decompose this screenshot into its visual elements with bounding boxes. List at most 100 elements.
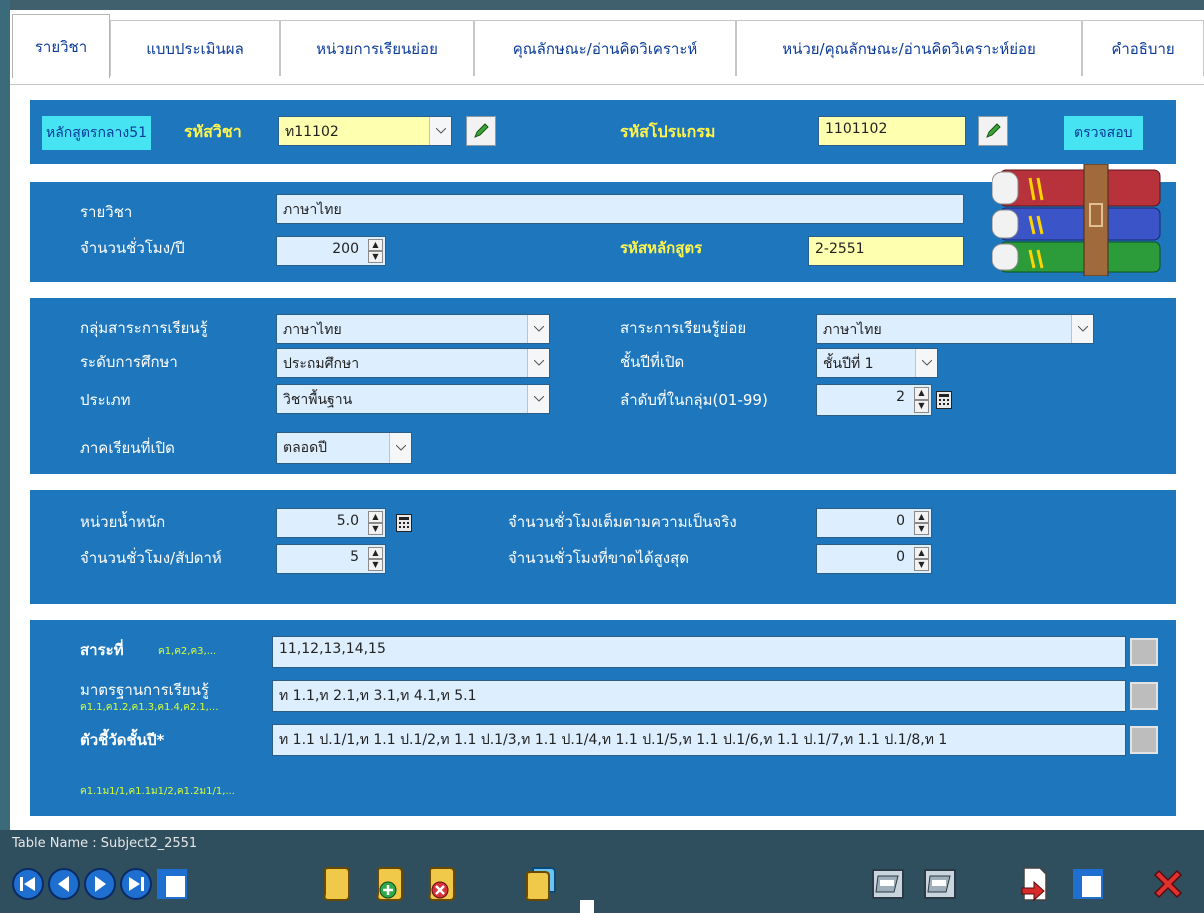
hours-year-label: จำนวนชั่วโมง/ปี <box>80 239 185 257</box>
tab-bar: รายวิชา แบบประเมินผล หน่วยการเรียนย่อย ค… <box>10 10 1204 85</box>
grade-value: ชั้นปีที่ 1 <box>823 356 874 372</box>
tab-assessment[interactable]: แบบประเมินผล <box>110 20 280 76</box>
strand-label: สาระที่ <box>80 641 124 659</box>
standard-field[interactable]: ท 1.1,ท 2.1,ท 3.1,ท 4.1,ท 5.1 <box>272 680 1126 712</box>
previous-record-icon[interactable] <box>46 864 82 904</box>
sub-area-combo[interactable]: ภาษาไทย <box>816 314 1094 344</box>
calculator-icon[interactable] <box>394 512 414 534</box>
type-combo[interactable]: วิชาพื้นฐาน <box>276 384 550 414</box>
chevron-down-icon[interactable] <box>1071 315 1093 343</box>
next-record-icon[interactable] <box>82 864 118 904</box>
order-label: ลำดับที่ในกลุ่ม(01-99) <box>620 391 768 409</box>
max-absent-field[interactable]: 0 ▲ ▼ <box>816 544 932 574</box>
window-left-border <box>0 0 10 830</box>
strand-picker-button[interactable] <box>1130 638 1158 666</box>
full-hours-field[interactable]: 0 ▲ ▼ <box>816 508 932 538</box>
hours-week-value: 5 <box>350 549 359 565</box>
learning-area-value: ภาษาไทย <box>283 322 342 338</box>
spinner[interactable]: ▲ ▼ <box>914 511 929 535</box>
tab-baseline <box>10 84 1204 85</box>
grade-combo[interactable]: ชั้นปีที่ 1 <box>816 348 938 378</box>
level-combo[interactable]: ประถมศึกษา <box>276 348 550 378</box>
delete-document-icon[interactable] <box>424 864 460 904</box>
standards-panel: สาระที่ ค1,ค2,ค3,... 11,12,13,14,15 มาตร… <box>30 620 1176 816</box>
curriculum-code-label: รหัสหลักสูตร <box>620 239 703 257</box>
hours-week-field[interactable]: 5 ▲ ▼ <box>276 544 386 574</box>
indicator-hint: ค1.1ม1/1,ค1.1ม1/2,ค1.2ม1/1,... <box>80 786 235 797</box>
level-value: ประถมศึกษา <box>283 356 360 372</box>
credit-field[interactable]: 5.0 ▲ ▼ <box>276 508 386 538</box>
strand-hint: ค1,ค2,ค3,... <box>158 646 217 657</box>
program-code-field[interactable]: 1101102 <box>818 116 966 146</box>
export-icon[interactable] <box>1016 864 1052 904</box>
sub-area-value: ภาษาไทย <box>823 322 882 338</box>
first-record-icon[interactable] <box>10 864 46 904</box>
learning-area-combo[interactable]: ภาษาไทย <box>276 314 550 344</box>
credit-label: หน่วยน้ำหนัก <box>80 513 166 531</box>
hours-year-field[interactable]: 200 ▲ ▼ <box>276 236 386 266</box>
full-hours-label: จำนวนชั่วโมงเต็มตามความเป็นจริง <box>508 513 737 531</box>
chevron-down-icon[interactable] <box>527 349 549 377</box>
books-logo-icon <box>991 163 1168 277</box>
spinner[interactable]: ▲ ▼ <box>368 239 383 263</box>
learning-area-label: กลุ่มสาระการเรียนรู้ <box>80 319 208 337</box>
table-view-icon[interactable] <box>1070 864 1106 904</box>
max-absent-value: 0 <box>896 549 905 565</box>
type-label: ประเภท <box>80 391 131 409</box>
curriculum-badge[interactable]: หลักสูตรกลาง51 <box>42 116 152 150</box>
spinner[interactable]: ▲ ▼ <box>914 387 929 413</box>
chevron-down-icon[interactable] <box>389 433 411 463</box>
semester-value: ตลอดปี <box>283 440 328 456</box>
edit-pencil-icon[interactable] <box>466 116 496 146</box>
bottom-toolbar: Table Name : Subject2_2551 <box>0 830 1204 913</box>
spinner[interactable]: ▲ ▼ <box>368 511 383 535</box>
max-absent-label: จำนวนชั่วโมงที่ขาดได้สูงสุด <box>508 549 689 567</box>
subject-code-label: รหัสวิชา <box>184 122 242 141</box>
edit-pencil-icon[interactable] <box>978 116 1008 146</box>
subject-panel: รายวิชา ภาษาไทย จำนวนชั่วโมง/ปี 200 ▲ ▼ ร… <box>30 163 1176 282</box>
window-top-border <box>0 0 1204 10</box>
chevron-down-icon[interactable] <box>527 315 549 343</box>
spinner[interactable]: ▲ ▼ <box>914 547 929 571</box>
calculator-icon[interactable] <box>934 389 954 411</box>
tab-description[interactable]: คำอธิบาย <box>1082 20 1204 76</box>
indicator-label: ตัวชี้วัดชั้นปี* <box>80 731 165 749</box>
document-icon[interactable] <box>318 864 354 904</box>
standard-picker-button[interactable] <box>1130 682 1158 710</box>
indicator-picker-button[interactable] <box>1130 726 1158 754</box>
check-button[interactable]: ตรวจสอบ <box>1064 116 1143 150</box>
standard-hint: ค1.1,ค1.2,ค1.3,ค1.4,ค2.1,... <box>80 702 219 713</box>
tab-characteristics[interactable]: คุณลักษณะ/อ่านคิดวิเคราะห์ <box>474 20 736 76</box>
hours-week-label: จำนวนชั่วโมง/สัปดาห์ <box>80 549 222 567</box>
spinner[interactable]: ▲ ▼ <box>368 547 383 571</box>
classification-panel: กลุ่มสาระการเรียนรู้ ภาษาไทย ระดับการศึก… <box>30 298 1176 474</box>
order-value: 2 <box>896 389 905 405</box>
semester-combo[interactable]: ตลอดปี <box>276 432 412 464</box>
type-value: วิชาพื้นฐาน <box>283 392 353 408</box>
tab-subject[interactable]: รายวิชา <box>12 14 110 78</box>
full-hours-value: 0 <box>896 513 905 529</box>
subject-code-combo[interactable]: ท11102 <box>278 116 452 146</box>
semester-label: ภาคเรียนที่เปิด <box>80 439 175 457</box>
print-icon[interactable] <box>870 864 906 904</box>
print-preview-icon[interactable] <box>922 864 958 904</box>
chevron-down-icon[interactable] <box>527 385 549 413</box>
last-record-icon[interactable] <box>118 864 154 904</box>
strand-field[interactable]: 11,12,13,14,15 <box>272 636 1126 668</box>
add-document-icon[interactable] <box>372 864 408 904</box>
chevron-down-icon[interactable] <box>915 349 937 377</box>
level-label: ระดับการศึกษา <box>80 353 178 371</box>
standard-label: มาตรฐานการเรียนรู้ <box>80 681 209 699</box>
tab-sub-units[interactable]: หน่วยการเรียนย่อย <box>280 20 474 76</box>
subject-name-field[interactable]: ภาษาไทย <box>276 194 964 224</box>
weights-panel: หน่วยน้ำหนัก 5.0 ▲ ▼ จำนวนชั่วโมง/สัปดาห์… <box>30 490 1176 604</box>
chevron-down-icon[interactable] <box>429 117 451 145</box>
order-field[interactable]: 2 ▲ ▼ <box>816 384 932 416</box>
curriculum-code-field[interactable]: 2-2551 <box>808 236 964 266</box>
tab-unit-characteristics[interactable]: หน่วย/คุณลักษณะ/อ่านคิดวิเคราะห์ย่อย <box>736 20 1082 76</box>
close-icon[interactable] <box>1150 864 1186 904</box>
indicator-field[interactable]: ท 1.1 ป.1/1,ท 1.1 ป.1/2,ท 1.1 ป.1/3,ท 1.… <box>272 724 1126 756</box>
copy-document-icon[interactable] <box>522 864 558 904</box>
table-view-icon[interactable] <box>154 864 190 904</box>
table-name-label: Table Name : Subject2_2551 <box>12 836 198 851</box>
